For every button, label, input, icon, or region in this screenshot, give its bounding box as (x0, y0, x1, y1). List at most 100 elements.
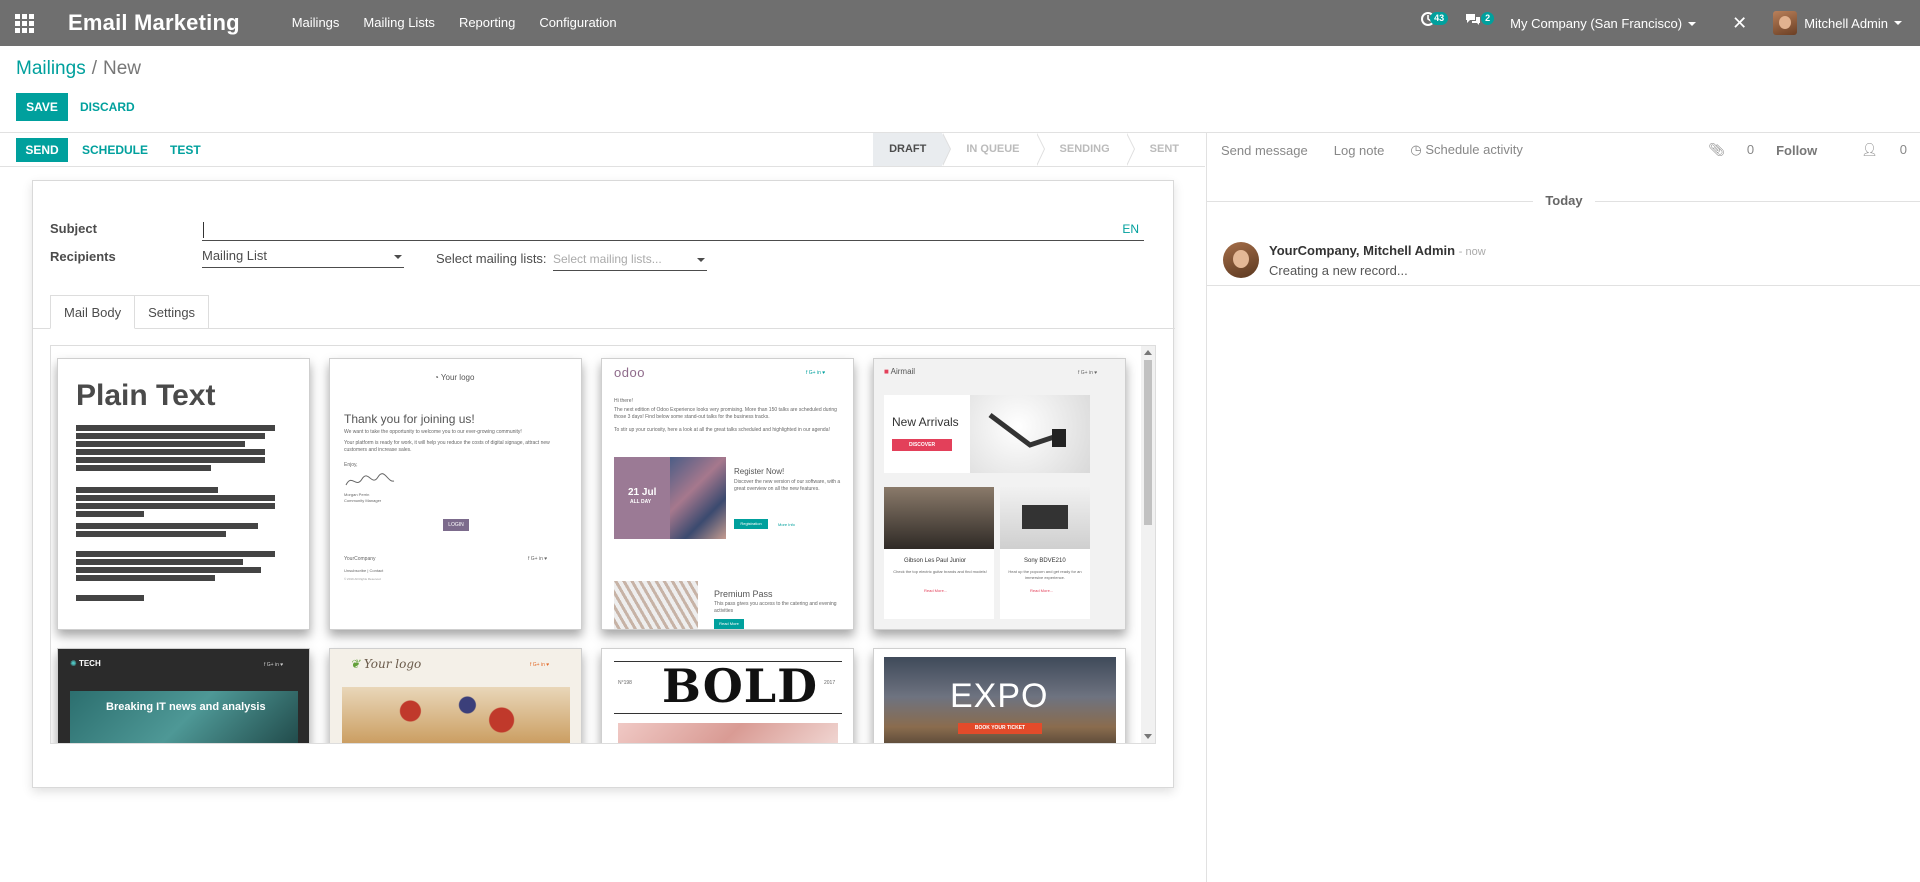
event-day: ALL DAY (630, 499, 652, 505)
tv-screen (1022, 505, 1068, 529)
menu-configuration[interactable]: Configuration (527, 0, 628, 46)
bold-date: 2017 (824, 680, 836, 686)
chatter-panel: Send message Log note ◷ Schedule activit… (1206, 133, 1920, 882)
follow-button[interactable]: Follow (1776, 143, 1817, 158)
mailing-lists-select[interactable]: Select mailing lists... (553, 249, 707, 271)
save-button[interactable]: SAVE (16, 93, 68, 121)
send-message-button[interactable]: Send message (1221, 143, 1308, 158)
stage-draft: DRAFT (873, 133, 952, 166)
template-welcome[interactable]: ◔ Your logo Thank you for joining us! We… (329, 358, 582, 630)
mailing-lists-label: Select mailing lists: (436, 251, 547, 266)
guitar-photo (884, 487, 994, 549)
social-icons: f G+ in ♥ (1078, 370, 1098, 376)
event-greeting: Hi there! (614, 398, 633, 404)
text-line (76, 425, 275, 431)
chevron-down-icon (394, 255, 402, 259)
menu-mailings[interactable]: Mailings (280, 0, 352, 46)
tab-settings[interactable]: Settings (135, 295, 210, 329)
stage-sent: SENT (1149, 143, 1179, 155)
template-plain-text[interactable]: Plain Text (57, 358, 310, 630)
social-icons: f G+ in ♥ (528, 556, 548, 562)
test-button[interactable]: TEST (170, 143, 201, 157)
menu-mailing-lists[interactable]: Mailing Lists (351, 0, 447, 46)
apps-menu-icon[interactable] (0, 0, 48, 46)
menu-reporting[interactable]: Reporting (447, 0, 527, 46)
product-1-link: Read More... (924, 588, 948, 593)
signature-image (345, 473, 395, 486)
send-button[interactable]: SEND (16, 137, 68, 162)
text-line (76, 551, 275, 557)
activity-clock-icon[interactable]: 43 (1406, 0, 1450, 46)
new-arrivals-title: New Arrivals (892, 415, 959, 429)
food-logo: ❦ Your logo (350, 657, 422, 671)
tech-banner: Breaking IT news and analysis (70, 691, 298, 743)
scroll-up-icon[interactable] (1144, 350, 1152, 355)
top-navbar: Email Marketing Mailings Mailing Lists R… (0, 0, 1920, 46)
template-food[interactable]: ❦ Your logo f G+ in ♥ (329, 648, 582, 743)
breadcrumb-separator: / (91, 58, 97, 79)
debug-tools-icon[interactable]: ✕ (1716, 13, 1763, 34)
tv-photo (1000, 487, 1090, 549)
schedule-activity-button[interactable]: ◷ Schedule activity (1410, 142, 1523, 158)
template-event[interactable]: odoo f G+ in ♥ Hi there! The next editio… (601, 358, 854, 630)
scrollbar-thumb[interactable] (1144, 360, 1152, 525)
breadcrumb-current: New (102, 58, 141, 79)
product-card-2: Sony BDVE210 Heat up the popcorn and get… (1000, 549, 1090, 619)
recipients-select[interactable]: Mailing List (202, 246, 404, 268)
social-icons: f G+ in ♥ (530, 662, 550, 668)
enjoy-text: Enjoy, (344, 462, 358, 468)
chatter-topbar: Send message Log note ◷ Schedule activit… (1207, 133, 1920, 167)
user-menu[interactable]: Mitchell Admin (1763, 11, 1920, 35)
activity-count-badge: 43 (1430, 12, 1449, 25)
tab-mail-body[interactable]: Mail Body (50, 295, 136, 329)
scroll-down-icon[interactable] (1144, 734, 1152, 739)
attachments-button[interactable]: 📎︎ 0 (1686, 142, 1754, 158)
text-line (76, 523, 258, 529)
discard-button[interactable]: DISCARD (80, 93, 135, 121)
paperclip-icon: 📎︎ (1708, 142, 1725, 157)
odoo-logo: odoo (614, 365, 645, 380)
company-switcher[interactable]: My Company (San Francisco) (1496, 16, 1716, 31)
mailing-lists-placeholder: Select mailing lists... (553, 252, 662, 266)
text-cursor (203, 222, 204, 238)
template-expo[interactable]: EXPO BOOK YOUR TICKET (873, 648, 1126, 743)
turntable-photo (970, 395, 1090, 473)
clock-icon: ◷ (1410, 142, 1422, 157)
template-bold[interactable]: N°198 2017 BOLD (601, 648, 854, 743)
followers-button[interactable]: 👤︎ 0 (1839, 142, 1907, 158)
message-author: YourCompany, Mitchell Admin - now (1269, 243, 1486, 258)
language-button[interactable]: EN (1122, 222, 1139, 236)
welcome-title: Thank you for joining us! (344, 412, 475, 426)
stage-in-queue: IN QUEUE (942, 133, 1045, 166)
product-2-name: Sony BDVE210 (1024, 558, 1066, 564)
food-photo (614, 581, 698, 629)
scrollbar[interactable] (1141, 346, 1155, 743)
conference-photo (670, 457, 726, 539)
template-tech[interactable]: ✺ TECH f G+ in ♥ Breaking IT news and an… (57, 648, 310, 743)
bold-issue: N°198 (618, 680, 632, 686)
text-line (76, 465, 211, 471)
form-sheet: Subject EN Recipients Mailing List Selec… (32, 180, 1175, 788)
text-line (76, 567, 261, 573)
text-line (76, 487, 218, 493)
log-note-button[interactable]: Log note (1334, 143, 1385, 158)
bold-photo (618, 723, 838, 743)
text-line (76, 559, 243, 565)
template-airmail[interactable]: ■ Airmail f G+ in ♥ New Arrivals DISCOVE… (873, 358, 1126, 630)
subject-input[interactable]: EN (202, 219, 1144, 241)
company-name: My Company (San Francisco) (1510, 15, 1683, 31)
divider (1207, 285, 1920, 286)
stage-sending: SENDING (1036, 133, 1135, 166)
footer-company: YourCompany (344, 556, 376, 562)
app-title: Email Marketing (68, 10, 240, 35)
avatar (1773, 11, 1798, 35)
schedule-button[interactable]: SCHEDULE (82, 143, 148, 157)
chatter-actions: 📎︎ 0 Follow 👤︎ 0 (1664, 133, 1907, 167)
avatar[interactable] (1223, 242, 1259, 278)
chevron-down-icon (1894, 21, 1902, 25)
messages-icon[interactable]: 2 (1450, 0, 1496, 46)
register-title: Register Now! (734, 467, 785, 476)
template-gallery: Plain Text ◔ Your logo Thank you for joi… (50, 345, 1156, 744)
breadcrumb-parent[interactable]: Mailings (16, 58, 86, 79)
text-line (76, 503, 275, 509)
